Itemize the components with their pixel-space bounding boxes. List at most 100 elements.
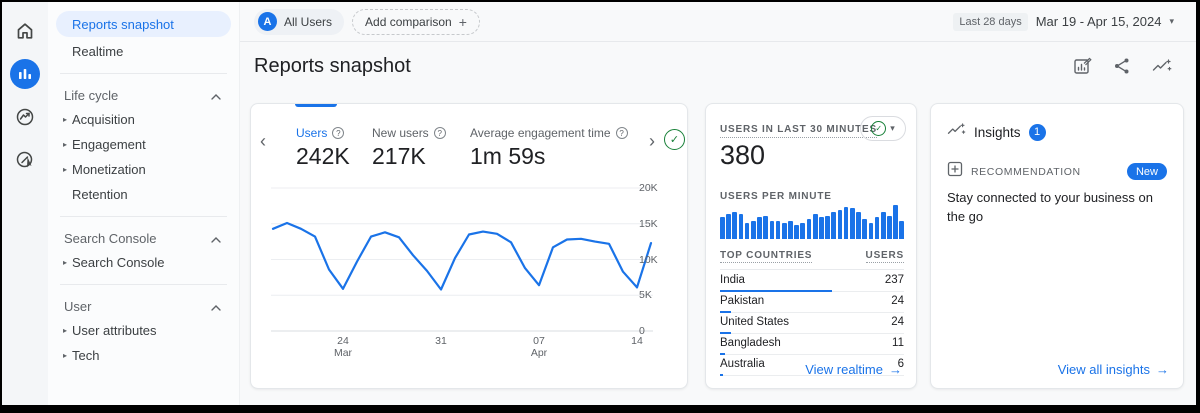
- expand-arrow-icon: ▸: [58, 351, 72, 360]
- comparison-bar: A All Users Add comparison + Last 28 day…: [240, 2, 1196, 42]
- x-axis-tick: 31: [435, 335, 447, 347]
- main-content: A All Users Add comparison + Last 28 day…: [240, 2, 1196, 405]
- minute-bar: [875, 217, 880, 239]
- expand-arrow-icon: ▸: [58, 258, 72, 267]
- expand-arrow-icon: ▸: [58, 115, 72, 124]
- segment-avatar: A: [258, 12, 277, 31]
- realtime-users-value: 380: [720, 140, 765, 171]
- page-title: Reports snapshot: [254, 55, 411, 78]
- sidebar-section-search-console[interactable]: Search Console: [48, 226, 239, 250]
- minute-bar: [825, 216, 830, 239]
- sidebar-item-engagement[interactable]: ▸ Engagement: [48, 132, 239, 157]
- minute-bar: [745, 223, 750, 239]
- reports-icon[interactable]: [10, 59, 40, 89]
- new-badge: New: [1127, 163, 1167, 180]
- view-all-insights-link[interactable]: View all insights →: [1058, 362, 1169, 377]
- table-row: Bangladesh 11: [720, 334, 904, 355]
- minute-bar: [782, 223, 787, 239]
- sidebar-divider: [60, 73, 227, 74]
- users-trend-line: [273, 223, 651, 290]
- help-icon[interactable]: ?: [616, 127, 628, 139]
- advertising-icon[interactable]: [10, 145, 40, 175]
- y-axis-tick: 15K: [639, 218, 658, 230]
- app-window: Reports snapshot Realtime Life cycle ▸ A…: [0, 0, 1200, 413]
- chevron-down-icon: ▾: [1169, 16, 1174, 27]
- recommendation-text[interactable]: Stay connected to your business on the g…: [947, 188, 1169, 226]
- minute-bar: [831, 212, 836, 239]
- country-bar: [720, 374, 723, 376]
- plus-icon: +: [459, 14, 467, 30]
- sidebar-divider: [60, 284, 227, 285]
- chevron-up-icon: [211, 88, 221, 103]
- home-icon[interactable]: [10, 16, 40, 46]
- users-per-minute-chart: [720, 203, 904, 239]
- sidebar-item-monetization[interactable]: ▸ Monetization: [48, 157, 239, 182]
- metric-tab-users[interactable]: Users ? 242K: [296, 126, 350, 170]
- metric-value: 242K: [296, 143, 350, 170]
- insights-icon[interactable]: [1152, 56, 1172, 76]
- chevron-up-icon: [211, 231, 221, 246]
- insights-card: Insights 1 RECOMMENDATION New Stay conne…: [930, 103, 1184, 389]
- sidebar-item-search-console[interactable]: ▸ Search Console: [48, 250, 239, 275]
- recommendation-label: RECOMMENDATION: [971, 166, 1081, 178]
- metric-tab-new-users[interactable]: New users ? 217K: [372, 126, 446, 170]
- expand-arrow-icon: ▸: [58, 326, 72, 335]
- insights-title: Insights: [974, 125, 1021, 140]
- sidebar-section-life-cycle[interactable]: Life cycle: [48, 83, 239, 107]
- date-range-selector[interactable]: Last 28 days Mar 19 - Apr 15, 2024 ▾: [953, 13, 1174, 31]
- minute-bar: [899, 221, 904, 239]
- realtime-title: USERS IN LAST 30 MINUTES: [720, 124, 877, 138]
- sidebar-item-label: Reports snapshot: [72, 17, 174, 32]
- users-header: USERS: [866, 250, 904, 263]
- sidebar-item-realtime[interactable]: Realtime: [56, 38, 231, 64]
- sidebar-item-user-attributes[interactable]: ▸ User attributes: [48, 318, 239, 343]
- metrics-trend-card: ‹ Users ? 242K New users ? 217K Average …: [250, 103, 688, 389]
- minute-bar: [732, 212, 737, 239]
- date-range-text: Mar 19 - Apr 15, 2024: [1036, 14, 1162, 29]
- metrics-prev-button[interactable]: ‹: [260, 132, 266, 150]
- page-header: Reports snapshot: [254, 52, 1172, 80]
- countries-header: TOP COUNTRIES: [720, 250, 812, 263]
- view-realtime-link[interactable]: View realtime →: [805, 362, 902, 377]
- y-axis-tick: 5K: [639, 289, 652, 301]
- chevron-down-icon: ▾: [890, 123, 895, 134]
- minute-bar: [813, 214, 818, 239]
- realtime-status-dropdown[interactable]: ✓ ▾: [860, 116, 906, 141]
- segment-label: All Users: [284, 15, 332, 29]
- insights-count-badge[interactable]: 1: [1029, 124, 1046, 141]
- sidebar-item-tech[interactable]: ▸ Tech: [48, 343, 239, 368]
- sidebar-divider: [60, 216, 227, 217]
- explore-icon[interactable]: [10, 102, 40, 132]
- table-row: Pakistan 24: [720, 292, 904, 313]
- sidebar-item-reports-snapshot[interactable]: Reports snapshot: [56, 11, 231, 37]
- arrow-right-icon: →: [889, 362, 902, 377]
- minute-bar: [856, 212, 861, 239]
- metric-tab-avg-engagement-time[interactable]: Average engagement time ? 1m 59s: [470, 126, 628, 170]
- customize-report-icon[interactable]: [1072, 56, 1092, 76]
- minute-bar: [844, 207, 849, 239]
- minute-bar: [807, 219, 812, 239]
- x-axis-tick: 14: [631, 335, 643, 347]
- help-icon[interactable]: ?: [434, 127, 446, 139]
- share-icon[interactable]: [1112, 56, 1132, 76]
- expand-arrow-icon: ▸: [58, 140, 72, 149]
- add-comparison-button[interactable]: Add comparison +: [352, 9, 480, 35]
- sidebar-item-retention[interactable]: Retention: [48, 182, 239, 207]
- metrics-next-button[interactable]: ›: [649, 132, 655, 150]
- minute-bar: [739, 214, 744, 239]
- sidebar-item-acquisition[interactable]: ▸ Acquisition: [48, 107, 239, 132]
- data-quality-icon[interactable]: ✓: [664, 129, 685, 150]
- all-users-chip[interactable]: A All Users: [254, 9, 344, 35]
- insights-icon: [947, 122, 966, 142]
- minute-bar: [881, 212, 886, 239]
- date-preset-badge: Last 28 days: [953, 13, 1027, 31]
- minute-bar: [869, 223, 874, 239]
- help-icon[interactable]: ?: [332, 127, 344, 139]
- minute-bar: [726, 214, 731, 239]
- metric-value: 217K: [372, 143, 446, 170]
- reports-sidebar: Reports snapshot Realtime Life cycle ▸ A…: [48, 2, 240, 405]
- arrow-right-icon: →: [1156, 362, 1169, 377]
- minute-bar: [788, 221, 793, 239]
- sidebar-section-user[interactable]: User: [48, 294, 239, 318]
- minute-bar: [893, 205, 898, 239]
